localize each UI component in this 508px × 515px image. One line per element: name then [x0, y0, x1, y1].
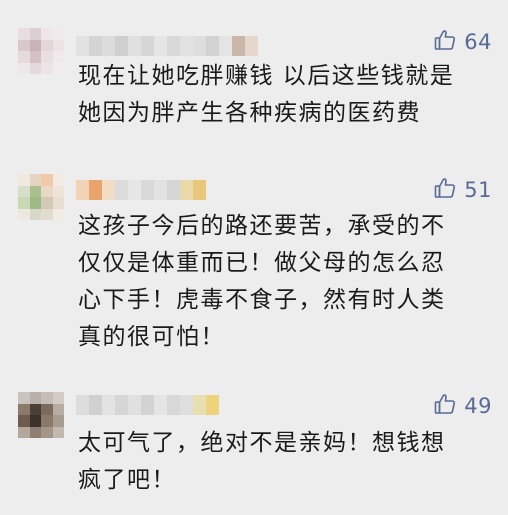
like-button[interactable]: 49 [433, 392, 492, 420]
like-count: 64 [464, 30, 492, 54]
username-mosaic[interactable] [76, 36, 258, 56]
avatar[interactable] [18, 174, 64, 220]
comment-text: 太可气了，绝对不是亲妈！想钱想 疯了吧！ [78, 430, 446, 493]
username-mosaic[interactable] [76, 395, 219, 415]
avatar[interactable] [18, 28, 64, 74]
thumbs-up-icon [433, 392, 457, 420]
thumbs-up-icon [433, 28, 457, 56]
thumbs-up-icon [433, 176, 457, 204]
like-button[interactable]: 64 [433, 28, 492, 56]
like-count: 49 [464, 394, 492, 418]
comment-text: 现在让她吃胖赚钱 以后这些钱就是 她因为胖产生各种疾病的医药费 [78, 63, 455, 126]
comment-text: 这孩子今后的路还要苦，承受的不 仅仅是体重而已！做父母的怎么忍 心下手！虎毒不食… [78, 213, 446, 350]
comment-item: 64 现在让她吃胖赚钱 以后这些钱就是 她因为胖产生各种疾病的医药费 [0, 0, 508, 150]
comment-item: 51 这孩子今后的路还要苦，承受的不 仅仅是体重而已！做父母的怎么忍 心下手！虎… [0, 150, 508, 370]
comment-item: 49 太可气了，绝对不是亲妈！想钱想 疯了吧！ [0, 370, 508, 515]
username-mosaic[interactable] [76, 180, 206, 200]
like-count: 51 [464, 178, 492, 202]
like-button[interactable]: 51 [433, 176, 492, 204]
avatar[interactable] [18, 392, 64, 438]
